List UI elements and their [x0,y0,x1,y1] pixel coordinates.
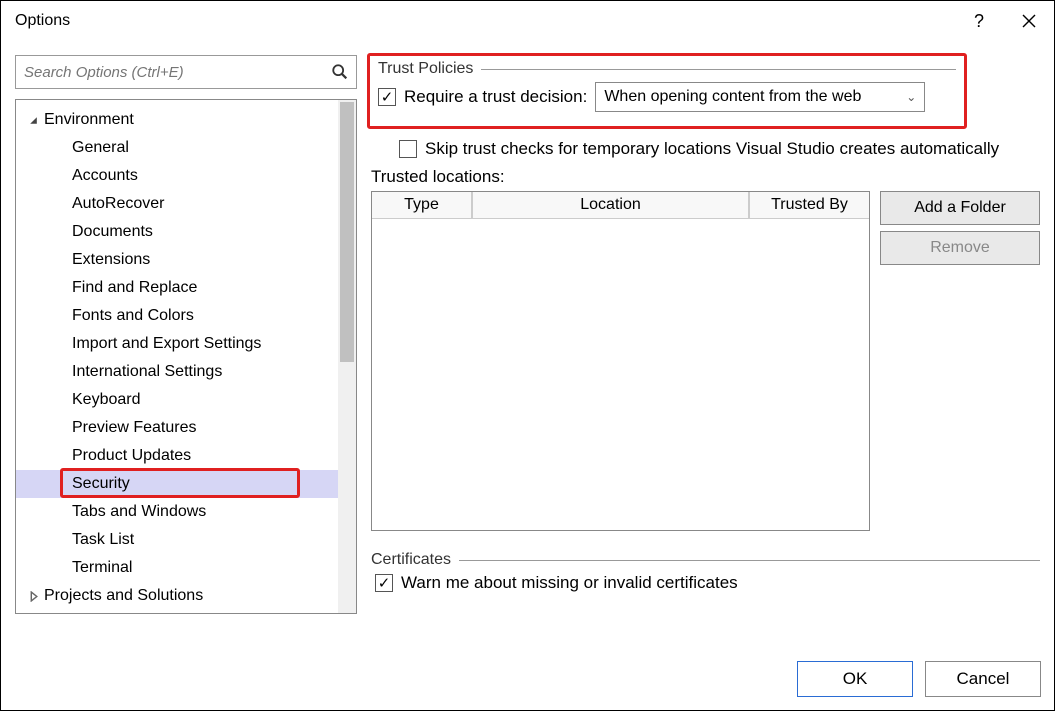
tree-item-keyboard[interactable]: Keyboard [16,386,338,414]
tree-item-international-settings[interactable]: International Settings [16,358,338,386]
tree-scrollbar[interactable] [338,100,356,613]
tree-item-label: Documents [72,223,153,241]
tree-item-label: Extensions [72,251,150,269]
window-title: Options [15,12,70,30]
ok-button[interactable]: OK [797,661,913,697]
add-folder-button[interactable]: Add a Folder [880,191,1040,225]
search-input[interactable] [16,56,356,88]
trusted-locations-label: Trusted locations: [371,167,505,186]
tree-item-general[interactable]: General [16,134,338,162]
tree-item-preview-features[interactable]: Preview Features [16,414,338,442]
tree-item-label: Security [72,475,130,493]
tree-item-product-updates[interactable]: Product Updates [16,442,338,470]
column-type[interactable]: Type [372,192,472,219]
tree-item-label: International Settings [72,363,222,381]
divider [459,560,1040,561]
tree-item-label: AutoRecover [72,195,165,213]
require-trust-label: Require a trust decision: [404,87,587,107]
tree-item-label: Fonts and Colors [72,307,194,325]
chevron-down-icon: ⌄ [906,90,916,104]
cancel-button[interactable]: Cancel [925,661,1041,697]
tree-item-label: Environment [44,111,134,129]
expand-icon[interactable] [22,591,44,602]
tree-item-terminal[interactable]: Terminal [16,554,338,582]
trusted-locations-grid[interactable]: Type Location Trusted By [371,191,870,531]
skip-trust-label: Skip trust checks for temporary location… [425,139,999,159]
require-trust-checkbox[interactable] [378,88,396,106]
tree-item-extensions[interactable]: Extensions [16,246,338,274]
tree-item-label: Import and Export Settings [72,335,261,353]
tree-item-label: Task List [72,531,134,549]
close-button[interactable] [1004,1,1054,41]
tree-item-environment[interactable]: Environment [16,106,338,134]
search-box[interactable] [15,55,357,89]
tree-item-label: Keyboard [72,391,141,409]
tree-item-task-list[interactable]: Task List [16,526,338,554]
column-location[interactable]: Location [472,192,749,219]
tree-item-find-and-replace[interactable]: Find and Replace [16,274,338,302]
divider [481,69,956,70]
tree-item-label: Preview Features [72,419,197,437]
options-tree[interactable]: Environment General Accounts AutoRecover Doc… [15,99,357,614]
trust-policies-label: Trust Policies [378,60,473,78]
collapse-icon[interactable] [22,115,44,126]
certificates-label: Certificates [371,551,451,569]
tree-item-projects-and-solutions[interactable]: Projects and Solutions [16,582,338,610]
tree-item-label: Terminal [72,559,132,577]
tree-item-tabs-and-windows[interactable]: Tabs and Windows [16,498,338,526]
search-icon[interactable] [330,62,350,82]
scrollbar-thumb[interactable] [340,102,354,362]
help-button[interactable]: ? [954,1,1004,41]
combo-value: When opening content from the web [604,88,861,106]
tree-item-label: Projects and Solutions [44,587,203,605]
trust-policies-highlight: Trust Policies Require a trust decision:… [367,53,967,129]
tree-item-label: Product Updates [72,447,191,465]
tree-item-label: Accounts [72,167,138,185]
remove-button[interactable]: Remove [880,231,1040,265]
close-icon [1022,14,1036,28]
trust-decision-combo[interactable]: When opening content from the web ⌄ [595,82,925,112]
tree-item-documents[interactable]: Documents [16,218,338,246]
warn-certs-label: Warn me about missing or invalid certifi… [401,573,738,593]
tree-item-label: General [72,139,129,157]
tree-item-fonts-and-colors[interactable]: Fonts and Colors [16,302,338,330]
tree-item-accounts[interactable]: Accounts [16,162,338,190]
tree-item-security[interactable]: Security [16,470,338,498]
tree-item-label: Find and Replace [72,279,197,297]
tree-item-import-and-export-settings[interactable]: Import and Export Settings [16,330,338,358]
warn-certs-checkbox[interactable] [375,574,393,592]
skip-trust-checkbox[interactable] [399,140,417,158]
tree-item-label: Tabs and Windows [72,503,206,521]
column-trusted-by[interactable]: Trusted By [749,192,869,219]
tree-item-autorecover[interactable]: AutoRecover [16,190,338,218]
